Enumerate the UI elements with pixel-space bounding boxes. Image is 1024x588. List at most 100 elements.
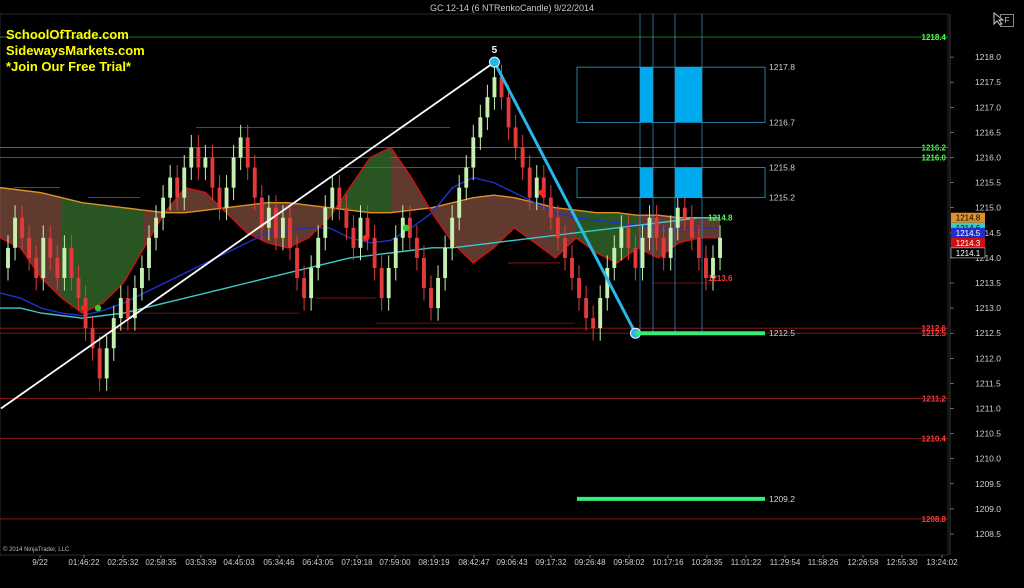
y-tick-label: 1217.0 [975,102,1001,112]
candle-body [196,147,201,168]
candle-body [633,247,638,268]
trend-line-anchor[interactable] [488,56,500,68]
zone-fill-block [640,67,653,123]
y-tick-label: 1211.0 [975,404,1001,414]
candle-body [323,207,328,238]
candle-body [27,237,32,258]
x-tick-label: 07:19:18 [341,558,373,567]
level-label: 1216.2 [922,143,947,152]
x-tick-label: 04:45:03 [223,558,255,567]
x-tick-label: 02:58:35 [145,558,177,567]
zone-fill-block [640,167,653,198]
x-tick-label: 05:34:46 [263,558,295,567]
candle-body [689,217,694,238]
candle-body [443,247,448,278]
candle-body [513,127,518,148]
candle-body [97,348,102,379]
signal-dot [402,224,410,231]
candle-body [577,277,581,299]
candle-body [414,237,419,258]
candle-body [640,237,645,268]
x-tick-label: 12:55:30 [886,558,918,567]
inline-price-label: 1214.8 [708,214,733,223]
candle-body [281,217,285,238]
candle-body [718,237,722,258]
chart-window: 1208.5 1209.0 1209.5 1210.0 1210.5 1211.0 1211… [0,0,1024,588]
price-chart[interactable]: 1208.5 1209.0 1209.5 1210.0 1210.5 1211.0 1211… [0,0,1024,588]
candle-body [682,207,687,218]
candle-body [393,237,398,268]
y-tick-label: 1217.5 [975,77,1001,87]
x-tick-label: 08:19:19 [418,558,450,567]
candle-body [147,237,151,268]
target-label: 1212.5 [769,328,795,338]
x-tick-label: 11:01:22 [731,558,762,567]
candle-body [111,318,116,349]
candle-body [203,157,208,168]
signal-dot [94,304,102,312]
candle-body [210,157,215,188]
candle-body [506,97,511,128]
x-tick-label: 09:26:48 [574,558,606,567]
signal-dot [538,189,546,196]
x-tick-label: 11:29:54 [770,558,801,567]
candle-body [125,298,130,319]
x-tick-label: 13:24:02 [926,558,958,567]
y-tick-label: 1210.0 [975,454,1001,464]
candle-body [563,237,567,258]
y-tick-label: 1218.0 [975,52,1001,62]
x-tick-label: 10:28:35 [691,558,723,567]
candle-body [104,348,109,379]
x-tick-label: 06:43:05 [302,558,334,567]
candle-body [55,257,60,278]
x-tick-label: 07:59:00 [379,558,411,567]
candle-body [266,207,271,228]
y-tick-label: 1216.5 [975,127,1001,137]
f-button[interactable]: F [1000,14,1014,27]
x-tick-label: 08:42:47 [458,558,490,567]
candle-body [231,157,236,188]
price-marker-label: 1214.3 [956,239,981,248]
candle-body [436,277,440,309]
candle-body [168,177,173,198]
candle-body [69,247,74,278]
x-tick-label: 03:53:39 [185,558,217,567]
candle-body [372,237,377,268]
candle-body [464,167,469,188]
ema-cloud-bull [61,197,144,314]
candle-body [654,217,659,238]
candle-body [337,187,342,208]
y-tick-label: 1213.0 [975,303,1001,313]
candle-body [612,247,617,268]
candle-body [344,207,349,228]
candle-body [429,288,433,309]
candle-body [118,298,123,319]
level-label: 1212.5 [922,329,947,338]
candle-body [492,77,497,98]
x-tick-label: 10:17:16 [652,558,684,567]
candle-body [485,97,490,118]
candle-body [252,167,257,198]
target-label: 1209.2 [769,494,795,504]
promo-line-2: SidewaysMarkets.com [6,43,145,58]
y-tick-label: 1212.0 [975,353,1001,363]
level-label: 1211.2 [922,394,947,403]
candle-body [358,217,363,248]
candle-body [41,237,46,278]
zone-low-label: 1215.2 [769,193,795,203]
candle-body [161,197,166,218]
y-tick-label: 1212.5 [975,328,1001,338]
candle-body [182,167,187,198]
candle-body [598,298,603,329]
candle-body [295,247,299,278]
y-tick-label: 1208.5 [975,529,1001,539]
candle-body [548,197,553,218]
signal-dot [362,234,370,242]
candle-body [217,187,222,208]
candle-body [83,298,88,329]
candle-body [647,217,652,238]
candle-body [668,227,673,258]
wave-count-label: 5 [492,45,498,56]
candle-body [6,247,10,268]
candle-body [661,237,666,258]
